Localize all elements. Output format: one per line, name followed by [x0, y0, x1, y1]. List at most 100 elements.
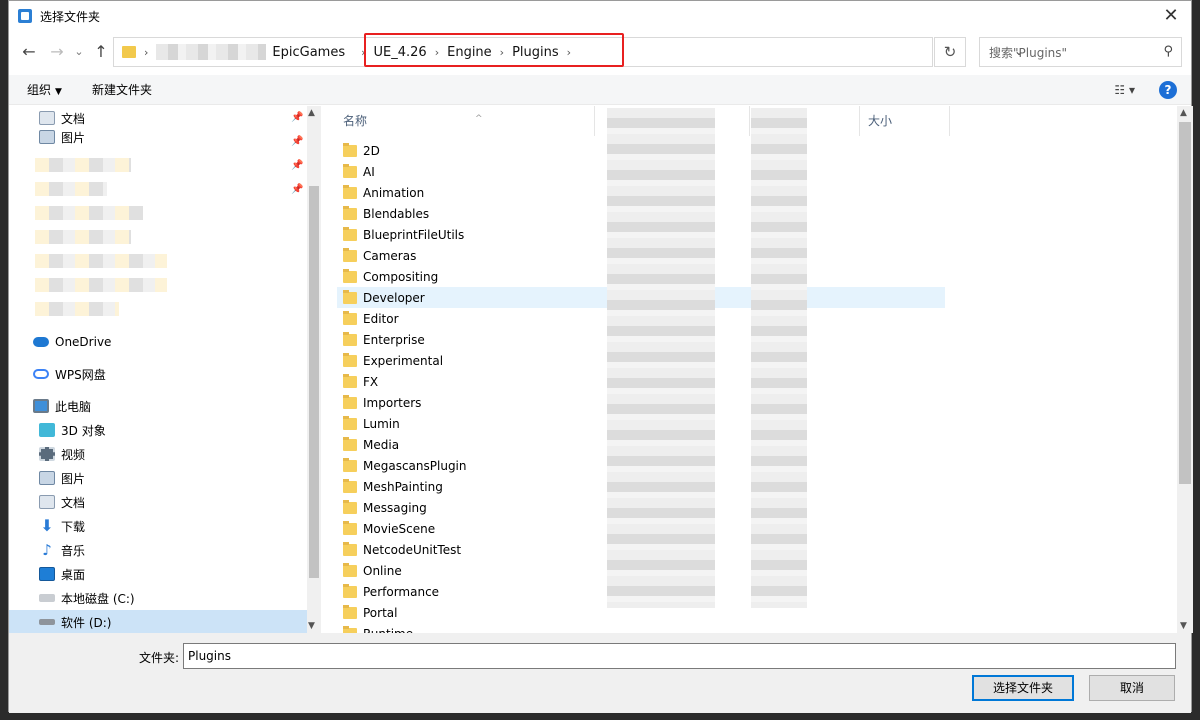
pin-icon: 📌	[291, 136, 304, 147]
sidebar-scroll-thumb[interactable]	[309, 186, 319, 578]
sidebar-item-label: 文档	[61, 495, 86, 510]
chevron-down-icon: ▼	[55, 87, 62, 97]
pin-icon: 📌	[291, 184, 304, 195]
folder-icon	[343, 247, 357, 262]
folder-icon	[343, 394, 357, 409]
scroll-up-icon[interactable]: ▲	[1180, 108, 1187, 118]
pin-icon: 📌	[291, 112, 304, 123]
folder-name: Experimental	[363, 353, 444, 368]
folder-icon	[343, 289, 357, 304]
sidebar-scrollbar[interactable]: ▲ ▼	[307, 106, 321, 633]
folder-name: Cameras	[363, 248, 417, 263]
folder-picker-dialog: 选择文件夹 ✕ ← → ⌄ ↑ › EpicGames › UE_4.26 › …	[8, 0, 1193, 713]
sidebar-item-label: 图片	[61, 130, 86, 145]
help-icon[interactable]: ?	[1159, 81, 1177, 99]
document-icon	[39, 495, 55, 509]
recent-locations-button[interactable]: ⌄	[69, 41, 89, 63]
folder-row[interactable]: Runtime	[337, 623, 945, 633]
folder-name: MovieScene	[363, 521, 436, 536]
folder-icon	[343, 499, 357, 514]
folder-name: NetcodeUnitTest	[363, 542, 462, 557]
sidebar-item-label: 下载	[61, 519, 86, 534]
scroll-down-icon[interactable]: ▼	[308, 621, 315, 631]
file-list-scroll-thumb[interactable]	[1179, 122, 1191, 484]
sidebar-item-label: 视频	[61, 447, 86, 462]
breadcrumb-epicgames[interactable]: EpicGames	[272, 45, 345, 60]
folder-name: Media	[363, 437, 400, 452]
sidebar-item-label: OneDrive	[55, 335, 112, 349]
column-header-name[interactable]: 名称 ^	[335, 106, 595, 136]
folder-icon	[343, 331, 357, 346]
blurred-item	[35, 254, 167, 268]
computer-icon	[33, 399, 49, 413]
sidebar-item-music[interactable]: ♪ 音乐	[9, 538, 307, 562]
file-list: 名称 ^ 大小 2D AI Animation Blendables Blueprint…	[325, 106, 1193, 633]
navigation-bar: ← → ⌄ ↑ › EpicGames › UE_4.26 › Engine ›…	[9, 33, 1191, 69]
sidebar-item-desktop[interactable]: 桌面	[9, 562, 307, 586]
folder-icon	[343, 520, 357, 535]
folder-icon	[343, 205, 357, 220]
folder-icon	[343, 583, 357, 598]
folder-name: Enterprise	[363, 332, 425, 347]
sidebar-item-downloads[interactable]: ⬇ 下载	[9, 514, 307, 538]
folder-icon	[122, 46, 136, 58]
folder-name: FX	[363, 374, 379, 389]
folder-icon	[343, 268, 357, 283]
folder-name: Online	[363, 563, 402, 578]
cloud-icon	[33, 337, 49, 347]
sidebar-item-drive-d[interactable]: 软件 (D:)	[9, 610, 307, 633]
view-options-button[interactable]: ☷ ▾	[1114, 83, 1135, 97]
back-button[interactable]: ←	[19, 41, 39, 63]
sidebar-item-label: 图片	[61, 471, 86, 486]
select-folder-button[interactable]: 选择文件夹	[972, 675, 1074, 701]
navigation-pane: 文档 📌 图片 📌 📌 📌 OneDrive WPS网盘 此电脑 3D 对象 视…	[9, 106, 321, 633]
forward-button[interactable]: →	[47, 41, 67, 63]
blurred-item	[35, 230, 131, 244]
folder-icon	[343, 457, 357, 472]
folder-field-label: 文件夹:	[139, 651, 180, 665]
folder-name-input[interactable]: Plugins	[183, 643, 1176, 669]
up-button[interactable]: ↑	[91, 41, 111, 63]
folder-name: Importers	[363, 395, 422, 410]
folder-name: Animation	[363, 185, 425, 200]
sidebar-item-onedrive[interactable]: OneDrive	[9, 330, 307, 354]
sidebar-item-label: 本地磁盘 (C:)	[61, 591, 135, 606]
sidebar-item-wps[interactable]: WPS网盘	[9, 362, 307, 386]
folder-name: Editor	[363, 311, 399, 326]
folder-icon	[343, 478, 357, 493]
breadcrumb-separator: ›	[144, 45, 149, 59]
sidebar-item-documents[interactable]: 文档	[9, 106, 307, 130]
sidebar-item-drive-c[interactable]: 本地磁盘 (C:)	[9, 586, 307, 610]
column-header-size[interactable]: 大小	[860, 106, 950, 136]
folder-name: Performance	[363, 584, 440, 599]
sort-ascending-icon: ^	[475, 114, 483, 124]
scroll-up-icon[interactable]: ▲	[308, 108, 315, 118]
sidebar-item-pictures-pc[interactable]: 图片	[9, 466, 307, 490]
sidebar-item-this-pc[interactable]: 此电脑	[9, 394, 307, 418]
sidebar-item-videos[interactable]: 视频	[9, 442, 307, 466]
sidebar-item-3d-objects[interactable]: 3D 对象	[9, 418, 307, 442]
blurred-item	[35, 206, 143, 220]
title-bar: 选择文件夹 ✕	[9, 1, 1191, 31]
document-icon	[39, 111, 55, 125]
folder-icon	[343, 436, 357, 451]
download-icon: ⬇	[40, 516, 54, 535]
video-icon	[39, 447, 55, 461]
folder-icon	[343, 373, 357, 388]
blurred-item	[35, 302, 119, 316]
folder-name: MegascansPlugin	[363, 458, 467, 473]
scroll-down-icon[interactable]: ▼	[1180, 621, 1187, 631]
close-button[interactable]: ✕	[1159, 4, 1183, 28]
sidebar-item-pictures[interactable]: 图片	[9, 130, 307, 144]
refresh-button[interactable]: ↻	[934, 37, 966, 67]
blurred-path	[156, 44, 267, 60]
file-list-scrollbar[interactable]: ▲ ▼	[1177, 106, 1193, 633]
search-input[interactable]: 搜索"Plugins" ⚲	[979, 37, 1182, 67]
new-folder-button[interactable]: 新建文件夹	[92, 81, 152, 98]
cancel-button[interactable]: 取消	[1089, 675, 1175, 701]
sidebar-item-label: 3D 对象	[61, 423, 106, 438]
organize-menu[interactable]: 组织 ▼	[27, 81, 62, 98]
blurred-type-column	[751, 108, 807, 608]
organize-label: 组织	[27, 83, 52, 97]
sidebar-item-documents-pc[interactable]: 文档	[9, 490, 307, 514]
